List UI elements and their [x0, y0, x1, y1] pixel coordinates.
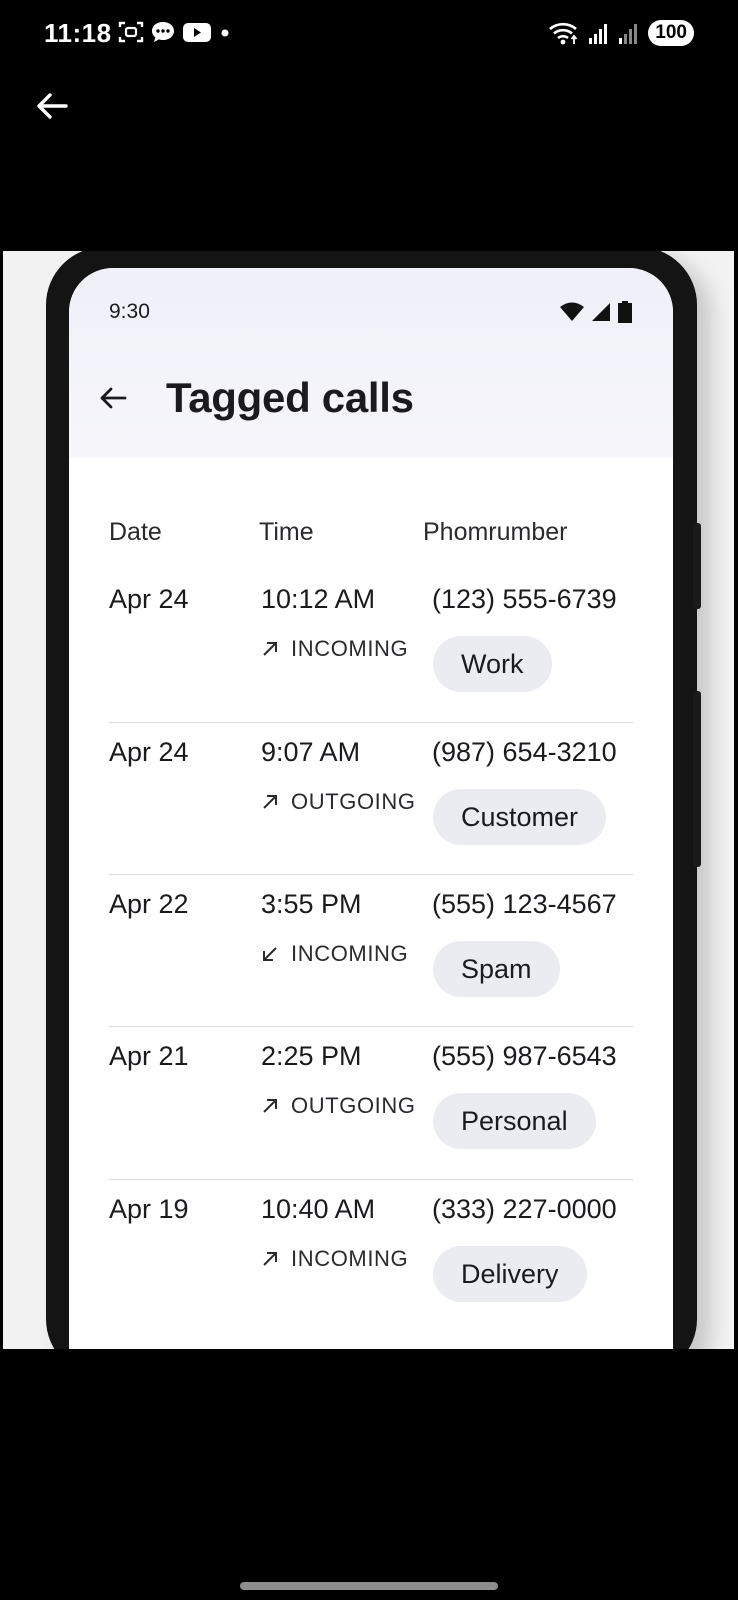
status-time: 11:18	[44, 18, 112, 48]
call-row[interactable]: Apr 22 3:55 PM INCOMING (555) 123-4567 S…	[69, 873, 673, 1029]
call-direction: INCOMING	[259, 636, 408, 662]
call-direction: INCOMING	[259, 1246, 408, 1272]
call-row[interactable]: Apr 21 2:25 PM OUTGOING (555) 987-6543 P…	[69, 1025, 673, 1181]
battery-badge: 100	[648, 20, 694, 46]
call-phone-number: (333) 227-0000	[432, 1194, 617, 1224]
call-time: 10:40 AM	[261, 1194, 376, 1224]
back-arrow-icon[interactable]	[34, 88, 70, 124]
screenshot-icon	[118, 21, 144, 43]
call-direction: OUTGOING	[259, 789, 416, 815]
call-direction-label: OUTGOING	[291, 789, 416, 814]
phone-side-button	[693, 523, 701, 609]
back-arrow-icon[interactable]	[97, 382, 129, 414]
signal-icon	[619, 24, 638, 44]
arrow-up-right-icon	[263, 642, 277, 656]
phone-screen: 9:30 Tagged calls Date Time Phomrumber A…	[69, 268, 673, 1349]
phone-side-button	[693, 691, 701, 867]
arrow-up-right-icon	[263, 1099, 277, 1113]
call-date: Apr 24	[109, 737, 189, 767]
call-time: 9:07 AM	[261, 737, 361, 767]
call-tag-chip[interactable]: Delivery	[433, 1246, 587, 1302]
call-time: 3:55 PM	[261, 889, 362, 919]
message-icon	[152, 22, 174, 42]
call-direction-label: INCOMING	[291, 636, 409, 661]
notification-icons	[118, 20, 232, 44]
app-header	[69, 268, 673, 458]
call-time: 2:25 PM	[261, 1041, 362, 1071]
call-tag-chip[interactable]: Spam	[433, 941, 560, 997]
signal-icon	[592, 303, 610, 321]
arrow-up-right-icon	[263, 795, 277, 809]
call-direction-label: OUTGOING	[291, 1093, 416, 1118]
call-tag-chip[interactable]: Work	[433, 636, 552, 692]
column-header-phone-number: Phomrumber	[423, 518, 568, 546]
status-bar: 11:18 100	[0, 0, 738, 70]
call-direction: INCOMING	[259, 941, 408, 967]
call-phone-number: (555) 987-6543	[432, 1041, 617, 1071]
call-date: Apr 19	[109, 1194, 189, 1224]
call-direction-label: INCOMING	[291, 1246, 409, 1271]
call-row[interactable]: Apr 19 10:40 AM INCOMING (333) 227-0000 …	[69, 1178, 673, 1334]
call-date: Apr 22	[109, 889, 189, 919]
arrow-down-left-icon	[263, 947, 277, 961]
call-time: 10:12 AM	[261, 584, 376, 614]
call-phone-number: (555) 123-4567	[432, 889, 617, 919]
call-row[interactable]: Apr 24 10:12 AM INCOMING (123) 555-6739 …	[69, 568, 673, 724]
home-gesture-bar[interactable]	[240, 1582, 498, 1590]
call-row[interactable]: Apr 24 9:07 AM OUTGOING (987) 654-3210 C…	[69, 721, 673, 877]
call-phone-number: (987) 654-3210	[432, 737, 617, 767]
page-title: Tagged calls	[166, 374, 414, 421]
phone-status-icons	[559, 301, 633, 323]
signal-icon	[589, 24, 608, 44]
call-date: Apr 21	[109, 1041, 189, 1071]
image-viewer: 9:30 Tagged calls Date Time Phomrumber A…	[3, 251, 734, 1349]
call-tag-chip[interactable]: Customer	[433, 789, 607, 845]
column-header-date: Date	[109, 518, 162, 546]
phone-status-time: 9:30	[109, 300, 150, 323]
arrow-up-right-icon	[263, 1252, 277, 1266]
call-tag-chip[interactable]: Personal	[433, 1093, 596, 1149]
call-date: Apr 24	[109, 584, 189, 614]
call-direction-label: INCOMING	[291, 941, 409, 966]
call-phone-number: (123) 555-6739	[432, 584, 617, 614]
system-icons: 100	[548, 20, 694, 46]
battery-icon	[618, 301, 632, 323]
dot-icon	[221, 29, 229, 37]
wifi-icon	[560, 302, 584, 321]
wifi-icon	[549, 22, 578, 45]
call-direction: OUTGOING	[259, 1093, 416, 1119]
youtube-icon	[183, 23, 211, 42]
column-header-time: Time	[259, 518, 314, 546]
